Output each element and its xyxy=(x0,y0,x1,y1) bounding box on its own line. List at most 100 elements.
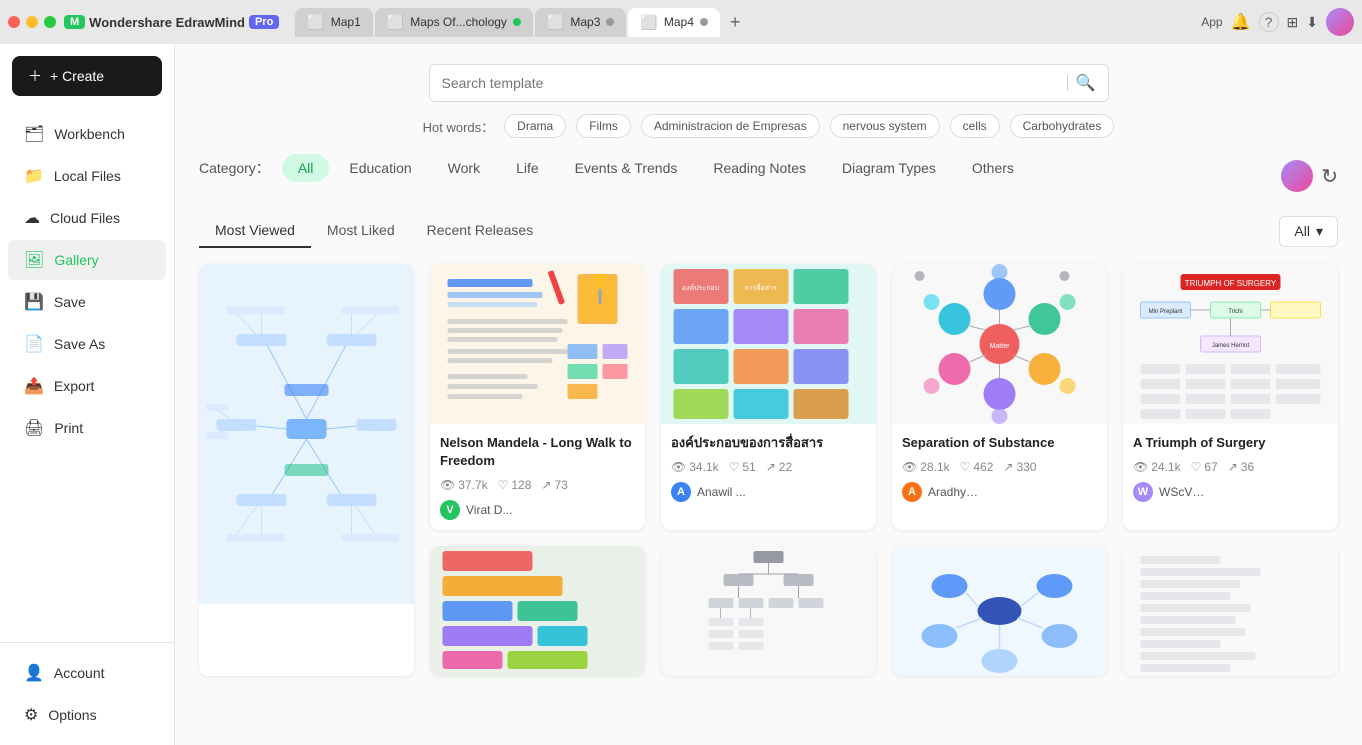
color-picker-icon[interactable] xyxy=(1281,160,1313,192)
card-thumbnail xyxy=(661,546,876,676)
tab-maps-chology[interactable]: ⬜ Maps Of...chology xyxy=(375,8,533,37)
sidebar-item-print[interactable]: 🖨 Print xyxy=(8,408,166,448)
card-mindmap-large[interactable] xyxy=(199,264,414,676)
card-nelson-mandela[interactable]: Nelson Mandela - Long Walk to Freedom 👁 … xyxy=(430,264,645,530)
tab-map1[interactable]: ⬜ Map1 xyxy=(295,8,372,37)
author-avatar: A xyxy=(902,482,922,502)
refresh-icon[interactable]: ↻ xyxy=(1321,164,1338,189)
share-icon: ↗ xyxy=(1228,460,1238,474)
filter-dropdown[interactable]: All ▾ xyxy=(1279,216,1338,247)
close-button[interactable] xyxy=(8,16,20,28)
card-body: A Triumph of Surgery 👁 24.1k ♡ 67 ↗ 36 xyxy=(1123,424,1338,512)
cat-btn-diagram-types[interactable]: Diagram Types xyxy=(826,154,952,182)
svg-text:การสื่อสาร: การสื่อสาร xyxy=(744,283,777,292)
download-button[interactable]: ⬇ xyxy=(1306,14,1318,31)
likes-stat: ♡ 128 xyxy=(498,478,532,492)
hot-tag-films[interactable]: Films xyxy=(576,114,631,138)
new-tab-button[interactable]: + xyxy=(722,8,749,37)
card-thumbnail xyxy=(430,546,645,676)
card-thumbnail xyxy=(430,264,645,424)
heart-icon: ♡ xyxy=(960,460,971,474)
tab-map4[interactable]: ⬜ Map4 xyxy=(628,8,719,37)
sidebar-item-save[interactable]: 💾 Save xyxy=(8,282,166,322)
cat-btn-all[interactable]: All xyxy=(282,154,330,182)
eye-icon: 👁 xyxy=(1133,460,1148,474)
app-logo: M xyxy=(64,15,85,29)
minimize-button[interactable] xyxy=(26,16,38,28)
app-button[interactable]: App xyxy=(1201,15,1222,29)
main-layout: ＋ + Create 🗂 Workbench 📁 Local Files ☁ C… xyxy=(0,44,1362,745)
maximize-button[interactable] xyxy=(44,16,56,28)
card-author: W WScV… xyxy=(1133,482,1328,502)
shares-stat: ↗ 36 xyxy=(1228,460,1254,474)
tabs-area: ⬜ Map1 ⬜ Maps Of...chology ⬜ Map3 ⬜ Map4… xyxy=(295,8,1193,37)
search-divider xyxy=(1067,75,1068,91)
card-triumph-surgery[interactable]: TRIUMPH OF SURGERY Min Preplant Trichi J… xyxy=(1123,264,1338,530)
workbench-icon: 🗂 xyxy=(24,124,44,144)
help-button[interactable]: ? xyxy=(1259,12,1279,32)
sidebar-item-export[interactable]: 📤 Export xyxy=(8,366,166,406)
card-separation-substance[interactable]: Matter xyxy=(892,264,1107,530)
card-thai-communication[interactable]: องค์ประกอบ การสื่อสาร องค์ประกอบของการสื… xyxy=(661,264,876,530)
tab-dot-gray xyxy=(606,18,614,26)
sort-tab-recent[interactable]: Recent Releases xyxy=(411,214,550,248)
sidebar-item-local-files[interactable]: 📁 Local Files xyxy=(8,156,166,196)
hot-tag-empresas[interactable]: Administracion de Empresas xyxy=(641,114,820,138)
card-stats: 👁 24.1k ♡ 67 ↗ 36 xyxy=(1133,460,1328,474)
sort-tab-most-liked[interactable]: Most Liked xyxy=(311,214,411,248)
plus-icon: ＋ xyxy=(28,66,42,86)
search-icon[interactable]: 🔍 xyxy=(1076,73,1096,93)
titlebar-right: App 🔔 ? ⊞ ⬇ xyxy=(1201,8,1354,36)
sort-row: Most Viewed Most Liked Recent Releases A… xyxy=(199,214,1338,248)
cat-btn-education[interactable]: Education xyxy=(333,154,427,182)
likes-stat: ♡ 462 xyxy=(960,460,994,474)
tab-label: Map3 xyxy=(570,15,600,29)
app-name: Wondershare EdrawMind xyxy=(89,15,245,30)
cat-btn-others[interactable]: Others xyxy=(956,154,1030,182)
sidebar-item-cloud-files[interactable]: ☁ Cloud Files xyxy=(8,198,166,238)
card-author: A Aradhy… xyxy=(902,482,1097,502)
cat-btn-life[interactable]: Life xyxy=(500,154,555,182)
sidebar-bottom: 👤 Account ⚙ Options xyxy=(0,642,174,745)
account-icon: 👤 xyxy=(24,663,44,683)
create-button[interactable]: ＋ + Create xyxy=(12,56,162,96)
sidebar-item-workbench[interactable]: 🗂 Workbench xyxy=(8,114,166,154)
hot-tag-cells[interactable]: cells xyxy=(950,114,1000,138)
user-avatar[interactable] xyxy=(1326,8,1354,36)
card-thumbnail xyxy=(199,264,414,604)
cat-btn-events[interactable]: Events & Trends xyxy=(559,154,694,182)
content-area: 🔍 Hot words： Drama Films Administracion … xyxy=(175,44,1362,745)
shares-stat: ↗ 22 xyxy=(766,460,792,474)
likes-stat: ♡ 67 xyxy=(1191,460,1218,474)
options-icon: ⚙ xyxy=(24,705,38,725)
sidebar-item-save-as[interactable]: 📄 Save As xyxy=(8,324,166,364)
card-second-row-1[interactable] xyxy=(430,546,645,676)
shares-stat: ↗ 330 xyxy=(1003,460,1036,474)
card-second-row-4[interactable] xyxy=(1123,546,1338,676)
grid-button[interactable]: ⊞ xyxy=(1287,14,1299,31)
cat-btn-reading-notes[interactable]: Reading Notes xyxy=(697,154,822,182)
card-second-row-3[interactable] xyxy=(892,546,1107,676)
likes-stat: ♡ 51 xyxy=(729,460,756,474)
hot-tag-carbohydrates[interactable]: Carbohydrates xyxy=(1010,114,1115,138)
card-second-row-2[interactable] xyxy=(661,546,876,676)
sidebar-item-gallery[interactable]: 🖼 Gallery xyxy=(8,240,166,280)
sort-tab-most-viewed[interactable]: Most Viewed xyxy=(199,214,311,248)
hot-tag-drama[interactable]: Drama xyxy=(504,114,566,138)
hot-words: Hot words： Drama Films Administracion de… xyxy=(199,114,1338,138)
tab-map3[interactable]: ⬜ Map3 xyxy=(535,8,626,37)
sidebar-item-options[interactable]: ⚙ Options xyxy=(8,695,166,735)
tab-label: Map4 xyxy=(664,15,694,29)
search-input[interactable] xyxy=(442,75,1059,91)
svg-text:Matter: Matter xyxy=(990,343,1011,350)
views-stat: 👁 24.1k xyxy=(1133,460,1181,474)
sidebar-item-account[interactable]: 👤 Account xyxy=(8,653,166,693)
cat-btn-work[interactable]: Work xyxy=(432,154,496,182)
notification-bell[interactable]: 🔔 xyxy=(1231,12,1251,32)
author-avatar: V xyxy=(440,500,460,520)
search-box: 🔍 xyxy=(429,64,1109,102)
heart-icon: ♡ xyxy=(498,478,509,492)
hot-tag-nervous[interactable]: nervous system xyxy=(830,114,940,138)
views-stat: 👁 34.1k xyxy=(671,460,719,474)
svg-text:Min Preplant: Min Preplant xyxy=(1149,309,1183,315)
